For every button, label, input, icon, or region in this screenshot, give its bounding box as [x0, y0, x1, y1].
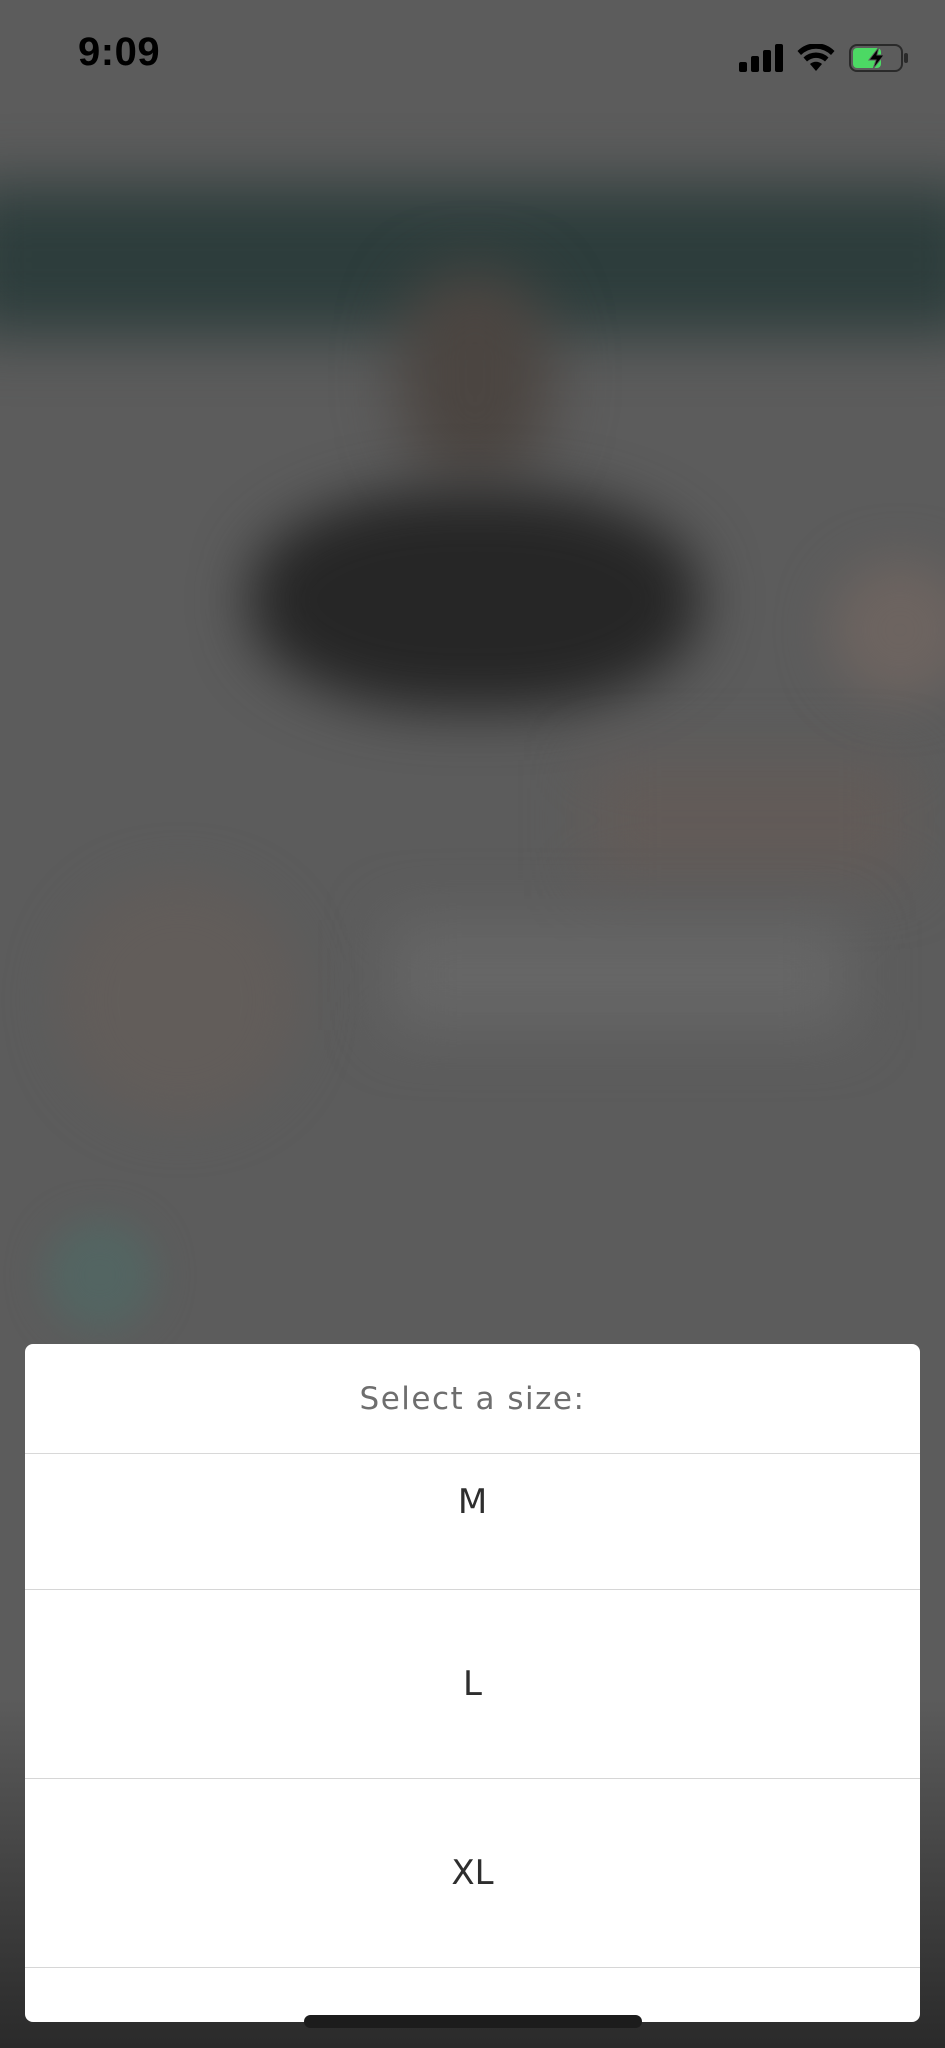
blurred-circle — [60, 880, 300, 1120]
battery-charging-icon — [849, 44, 908, 72]
size-options-list[interactable]: M L XL — [25, 1454, 920, 1968]
size-option-m[interactable]: M — [25, 1454, 920, 1590]
blurred-product-image-top — [400, 270, 550, 480]
status-icons — [739, 40, 909, 76]
size-option-l[interactable]: L — [25, 1590, 920, 1779]
blurred-side-element — [830, 560, 945, 700]
wifi-icon — [797, 44, 835, 71]
blurred-product-image — [250, 490, 700, 710]
size-option-xl[interactable]: XL — [25, 1779, 920, 1968]
blurred-avatar — [45, 1220, 155, 1330]
status-bar: 9:09 — [0, 0, 945, 120]
blurred-panel — [590, 760, 910, 880]
blurred-text-block — [390, 920, 850, 1030]
cellular-signal-icon — [739, 44, 783, 72]
home-indicator — [304, 2015, 642, 2028]
size-picker-title: Select a size: — [25, 1344, 920, 1454]
status-time: 9:09 — [78, 30, 161, 74]
size-picker-sheet: Select a size: M L XL — [25, 1344, 920, 2022]
